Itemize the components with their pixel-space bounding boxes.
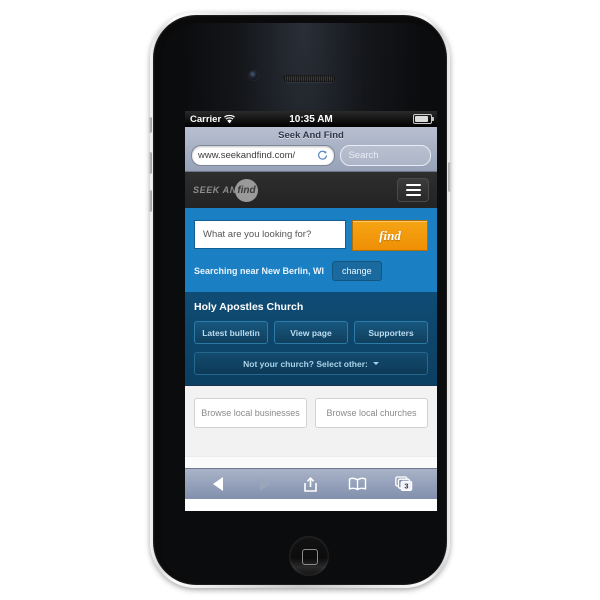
device-bezel: Carrier 10:35 AM Seek And Find www.seeka… [153,15,447,585]
church-buttons: Latest bulletin View page Supporters [194,321,428,344]
browse-churches-label: Browse local churches [326,408,417,418]
chevron-down-icon [372,362,379,365]
browse-businesses-button[interactable]: Browse local businesses [194,398,307,428]
find-button[interactable]: find [352,220,428,251]
supporters-button[interactable]: Supporters [354,321,428,344]
church-panel: Holy Apostles Church Latest bulletin Vie… [185,292,437,385]
home-square-icon [302,549,318,565]
url-text: www.seekandfind.com/ [198,150,296,161]
search-input[interactable]: Search [340,145,431,166]
location-row: Searching near New Berlin, WI change [194,261,428,281]
view-page-button[interactable]: View page [274,321,348,344]
phone-screen: Carrier 10:35 AM Seek And Find www.seeka… [185,111,437,511]
tabs-button[interactable]: 3 [394,475,414,493]
device-glass: Carrier 10:35 AM Seek And Find www.seeka… [161,23,445,583]
select-other-church-dropdown[interactable]: Not your church? Select other: [194,352,428,375]
logo-badge-circle: find [234,178,258,202]
silent-switch[interactable] [148,117,152,133]
page-title: Seek And Find [278,130,344,141]
status-time: 10:35 AM [289,113,333,125]
chrome-row: www.seekandfind.com/ Search [185,145,437,166]
volume-up-button[interactable] [148,152,152,174]
back-button[interactable] [208,475,228,493]
web-page: SEEK AND find What are you looking for? … [185,172,437,468]
tab-count: 3 [404,481,408,490]
site-logo[interactable]: SEEK AND find [193,178,258,202]
church-name: Holy Apostles Church [194,301,304,313]
home-button[interactable] [289,536,329,576]
battery-icon [413,114,434,124]
status-bar: Carrier 10:35 AM [185,111,437,127]
browser-toolbar: 3 [185,468,437,499]
sim-tray [448,162,452,192]
query-input[interactable]: What are you looking for? [194,220,346,249]
change-location-button[interactable]: change [332,261,382,281]
bookmarks-button[interactable] [347,475,367,493]
bookmarks-icon [348,477,367,491]
view-page-label: View page [290,327,332,338]
share-button[interactable] [301,475,321,493]
latest-bulletin-button[interactable]: Latest bulletin [194,321,268,344]
forward-button[interactable] [255,475,275,493]
browse-churches-button[interactable]: Browse local churches [315,398,428,428]
screenshot-stage: Carrier 10:35 AM Seek And Find www.seeka… [0,0,600,600]
query-placeholder: What are you looking for? [203,229,312,240]
tabs-icon: 3 [394,476,412,492]
browse-section: Browse local businesses Browse local chu… [185,385,437,456]
hamburger-menu-icon[interactable] [397,178,429,202]
search-placeholder: Search [348,150,379,161]
url-input[interactable]: www.seekandfind.com/ [191,145,336,166]
iphone-device: Carrier 10:35 AM Seek And Find www.seeka… [148,12,452,588]
browse-businesses-label: Browse local businesses [201,408,300,418]
site-header: SEEK AND find [185,172,437,210]
hero-search-section: What are you looking for? find Searching… [185,210,437,292]
browser-chrome: Seek And Find www.seekandfind.com/ Searc… [185,127,437,172]
volume-down-button[interactable] [148,190,152,212]
find-button-label: find [379,227,401,243]
page-filler [185,456,437,468]
supporters-label: Supporters [368,327,414,338]
latest-bulletin-label: Latest bulletin [202,327,260,338]
logo-badge-text: find [237,184,256,196]
share-icon [304,476,318,492]
earpiece-speaker [283,75,335,82]
search-row: What are you looking for? find [194,220,428,251]
location-text: Searching near New Berlin, WI [194,266,325,276]
reload-icon[interactable] [317,150,328,161]
front-camera-icon [249,71,258,80]
select-other-label: Not your church? Select other: [243,358,368,369]
